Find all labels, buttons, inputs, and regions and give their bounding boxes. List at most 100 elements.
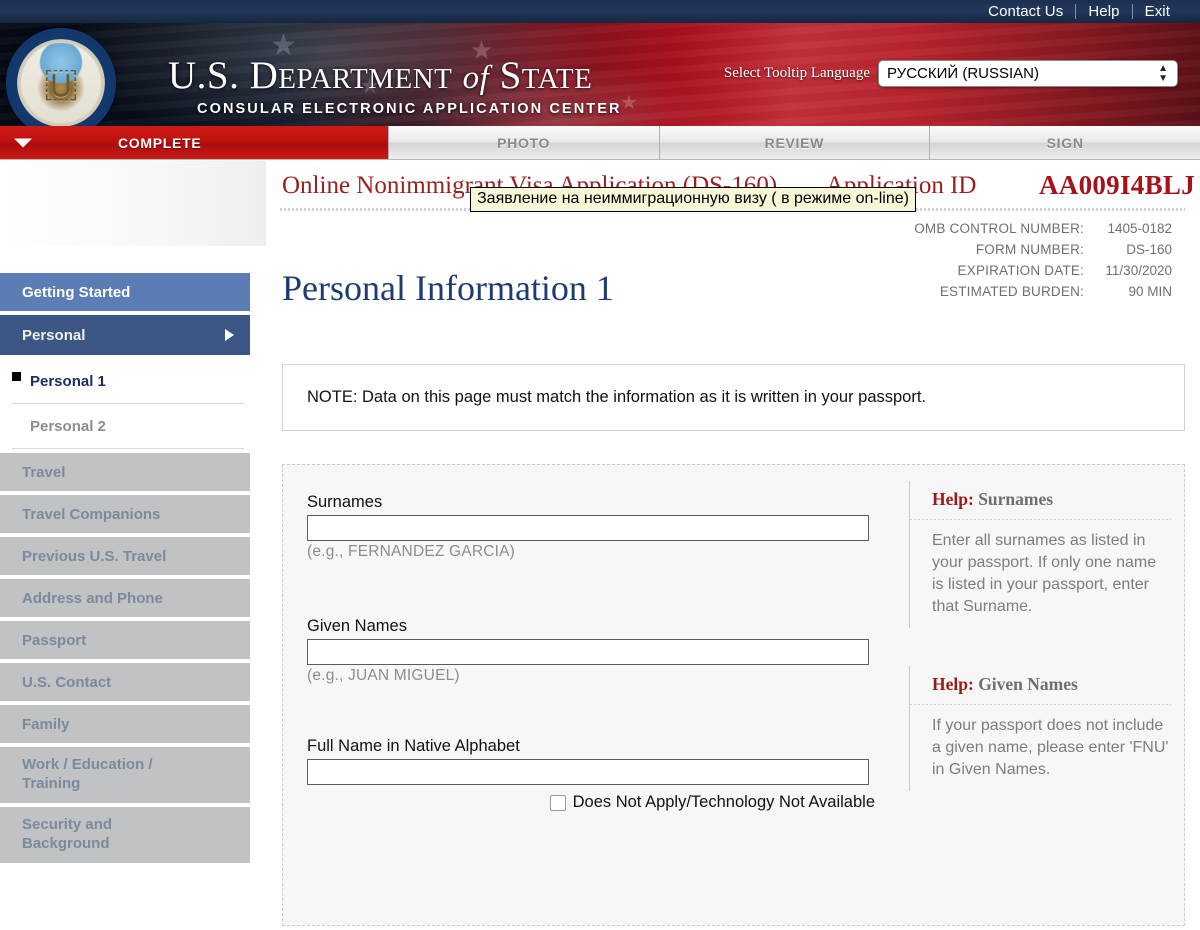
meta-value: 90 MIN [1128, 284, 1172, 299]
field-spacer [307, 685, 907, 737]
form-metadata: OMB CONTROL NUMBER: 1405-0182 FORM NUMBE… [914, 218, 1172, 302]
step-review[interactable]: REVIEW [660, 126, 931, 159]
meta-row: EXPIRATION DATE: 11/30/2020 [914, 260, 1172, 281]
native-name-checkbox-row[interactable]: Does Not Apply/Technology Not Available [307, 793, 875, 812]
help-word: Help: [932, 489, 974, 509]
sidebar-label-family: Family [22, 715, 70, 733]
help-title-surnames: Help: Surnames [932, 489, 1171, 510]
caret-down-icon [14, 138, 32, 147]
sidebar-top-spacer [0, 161, 266, 246]
surnames-field-group: Surnames (e.g., FERNANDEZ GARCIA) [307, 493, 907, 561]
step-sign[interactable]: SIGN [930, 126, 1200, 159]
step-review-label: REVIEW [764, 134, 825, 151]
select-spinner-icon[interactable]: ▲ ▼ [1158, 64, 1168, 84]
help-sidebar: Help: Surnames Enter all surnames as lis… [909, 481, 1171, 791]
sidebar-item-passport[interactable]: Passport [0, 621, 250, 659]
sidebar-label-personal-2: Personal 2 [30, 417, 106, 435]
sidebar-item-security-and-background[interactable]: Security and Background [0, 807, 250, 863]
meta-value: DS-160 [1126, 242, 1172, 257]
sidebar-label-previous-us-travel: Previous U.S. Travel [22, 547, 167, 565]
does-not-apply-label: Does Not Apply/Technology Not Available [572, 793, 875, 811]
meta-value: 1405-0182 [1107, 221, 1172, 236]
sidebar-label-travel-companions: Travel Companions [22, 505, 161, 523]
step-complete[interactable]: COMPLETE [0, 126, 389, 159]
sidebar-item-previous-us-travel[interactable]: Previous U.S. Travel [0, 537, 250, 575]
given-names-field-group: Given Names (e.g., JUAN MIGUEL) [307, 617, 907, 685]
help-divider [910, 519, 1171, 520]
main-content: Online Nonimmigrant Visa Application (DS… [266, 161, 1200, 930]
sidebar-label-getting-started: Getting Started [22, 283, 131, 301]
sidebar-item-personal[interactable]: Personal [0, 315, 250, 355]
note-box: NOTE: Data on this page must match the i… [282, 364, 1185, 431]
sidebar-label-us-contact: U.S. Contact [22, 673, 112, 691]
sidebar-item-personal-2[interactable]: Personal 2 [0, 404, 250, 448]
chevron-right-icon [225, 329, 234, 341]
department-of-state-seal-icon: 🇺 [6, 28, 116, 126]
tooltip-language-label: Select Tooltip Language [723, 65, 870, 81]
flag-star-icon: ★ [620, 92, 638, 114]
progress-steps: COMPLETE PHOTO REVIEW SIGN [0, 126, 1200, 160]
meta-row: FORM NUMBER: DS-160 [914, 239, 1172, 260]
step-complete-label: COMPLETE [118, 134, 202, 151]
left-sidebar: Getting Started Personal Personal 1 Pers… [0, 161, 266, 930]
agency-subtitle: CONSULAR ELECTRONIC APPLICATION CENTER [197, 101, 622, 117]
sidebar-label-security-line2: Background [22, 835, 110, 852]
sidebar-label-travel: Travel [22, 463, 66, 481]
sidebar-label-personal-1: Personal 1 [30, 372, 106, 390]
help-spacer [909, 628, 1171, 666]
agency-title: U.S. DEPARTMENT of STATE [168, 54, 593, 97]
help-body-surnames: Enter all surnames as listed in your pas… [932, 532, 1157, 615]
surnames-input[interactable] [307, 515, 869, 541]
field-spacer [307, 561, 907, 617]
language-tooltip: Заявление на неиммиграционную визу ( в р… [470, 187, 916, 212]
help-word: Help: [932, 674, 974, 694]
help-block-given-names: Help: Given Names If your passport does … [909, 666, 1171, 791]
surnames-label: Surnames [307, 493, 383, 511]
personal-info-form-panel: Surnames (e.g., FERNANDEZ GARCIA) Given … [282, 464, 1185, 926]
step-photo[interactable]: PHOTO [389, 126, 660, 159]
sidebar-item-us-contact[interactable]: U.S. Contact [0, 663, 250, 701]
top-utility-bar: Contact Us Help Exit [0, 0, 1200, 23]
does-not-apply-checkbox[interactable] [549, 794, 566, 811]
meta-row: OMB CONTROL NUMBER: 1405-0182 [914, 218, 1172, 239]
sidebar-nav: Getting Started Personal Personal 1 Pers… [0, 273, 250, 867]
given-names-label: Given Names [307, 617, 407, 635]
native-name-input[interactable] [307, 759, 869, 785]
sidebar-item-work-education-training[interactable]: Work / Education / Training [0, 747, 250, 803]
sidebar-item-travel[interactable]: Travel [0, 453, 250, 491]
tooltip-language-select[interactable]: РУССКИЙ (RUSSIAN) ▲ ▼ [878, 60, 1178, 87]
given-names-input[interactable] [307, 639, 869, 665]
sidebar-item-getting-started[interactable]: Getting Started [0, 273, 250, 311]
sidebar-label-address-and-phone: Address and Phone [22, 589, 163, 607]
step-photo-label: PHOTO [497, 134, 551, 151]
meta-row: ESTIMATED BURDEN: 90 MIN [914, 281, 1172, 302]
sidebar-label-work-line2: Training [22, 775, 81, 792]
help-link[interactable]: Help [1076, 3, 1131, 20]
sidebar-label-personal: Personal [22, 326, 86, 344]
sidebar-item-address-and-phone[interactable]: Address and Phone [0, 579, 250, 617]
note-text: NOTE: Data on this page must match the i… [307, 388, 927, 406]
site-banner: ★ ★ ★ ★ 🇺 U.S. DEPARTMENT of STATE CONSU… [0, 23, 1200, 126]
native-name-field-group: Full Name in Native Alphabet Does Not Ap… [307, 737, 907, 812]
help-topic: Surnames [973, 489, 1054, 509]
exit-link[interactable]: Exit [1133, 3, 1182, 20]
help-block-surnames: Help: Surnames Enter all surnames as lis… [909, 481, 1171, 628]
meta-key: EXPIRATION DATE: [957, 263, 1084, 278]
application-id-value: AA009I4BLJ [1038, 170, 1195, 200]
meta-key: OMB CONTROL NUMBER: [914, 221, 1084, 236]
help-topic: Given Names [973, 674, 1078, 694]
sidebar-item-family[interactable]: Family [0, 705, 250, 743]
contact-us-link[interactable]: Contact Us [976, 3, 1075, 20]
sidebar-item-personal-1[interactable]: Personal 1 [0, 359, 250, 403]
step-sign-label: SIGN [1046, 134, 1084, 151]
form-fields: Surnames (e.g., FERNANDEZ GARCIA) Given … [307, 493, 907, 812]
meta-key: ESTIMATED BURDEN: [939, 284, 1084, 299]
sidebar-label-security-line1: Security and [22, 816, 113, 834]
meta-key: FORM NUMBER: [975, 242, 1084, 257]
sidebar-label-work-line1: Work / Education / [22, 756, 153, 774]
tooltip-language-value: РУССКИЙ (RUSSIAN) [887, 65, 1040, 82]
sidebar-item-travel-companions[interactable]: Travel Companions [0, 495, 250, 533]
surnames-hint: (e.g., FERNANDEZ GARCIA) [307, 543, 516, 560]
meta-value: 11/30/2020 [1105, 263, 1172, 278]
sidebar-divider [12, 448, 244, 449]
